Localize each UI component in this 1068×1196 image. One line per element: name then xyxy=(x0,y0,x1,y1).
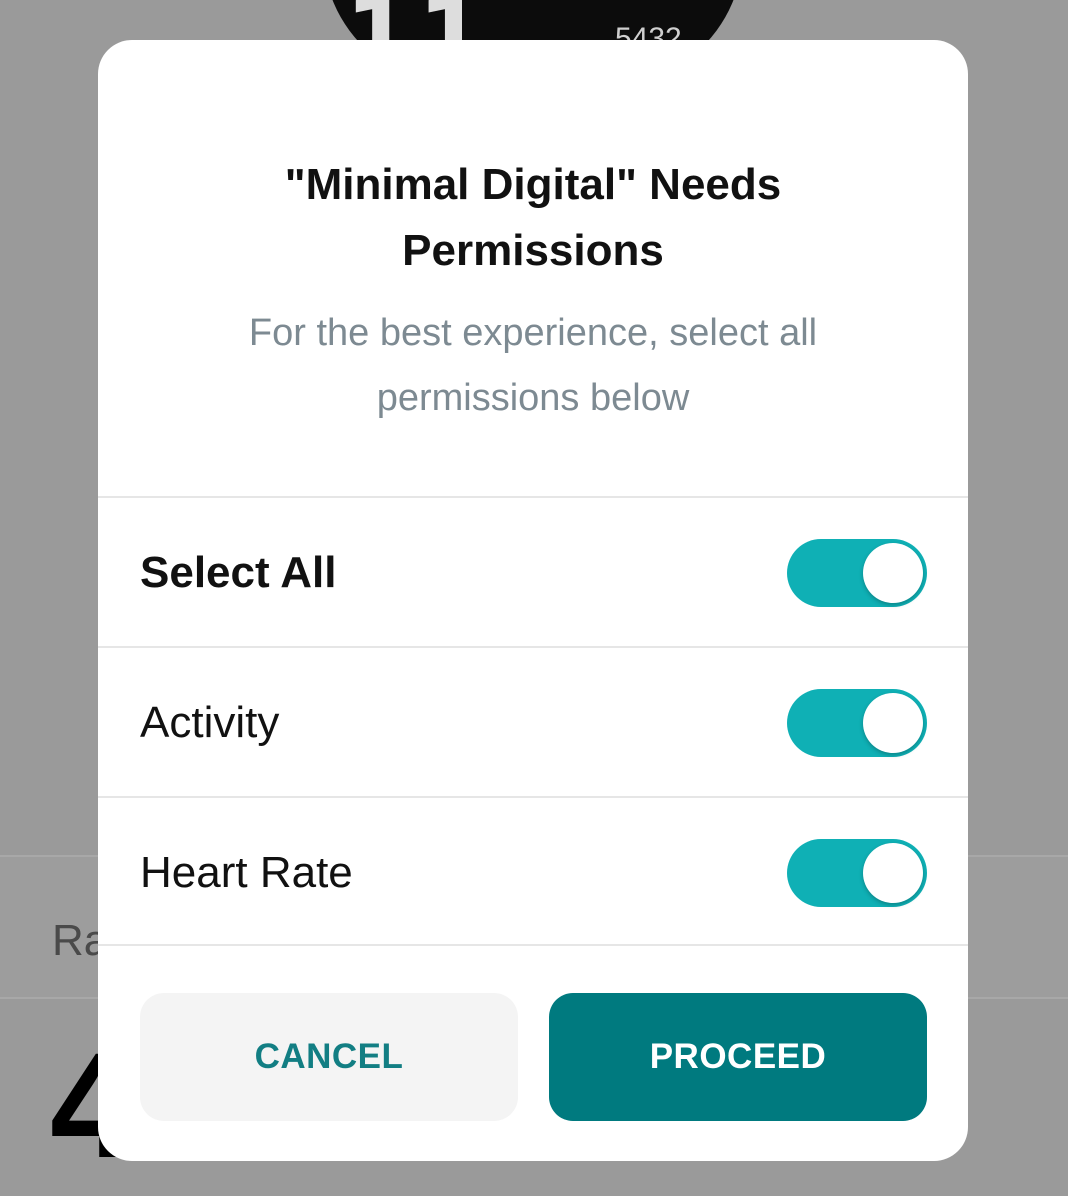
toggle-knob xyxy=(863,693,923,753)
toggle-knob xyxy=(863,843,923,903)
permission-row-select-all: Select All xyxy=(98,496,968,646)
permission-label: Heart Rate xyxy=(140,848,353,897)
dialog-subtitle: For the best experience, select all perm… xyxy=(248,312,818,419)
permission-label: Activity xyxy=(140,698,280,747)
select-all-toggle[interactable] xyxy=(787,539,927,607)
activity-toggle[interactable] xyxy=(787,689,927,757)
permission-row-heart-rate: Heart Rate xyxy=(98,796,968,946)
permission-list: Select All Activity Heart Rate xyxy=(98,496,968,946)
cancel-button[interactable]: CANCEL xyxy=(140,993,518,1121)
proceed-button[interactable]: PROCEED xyxy=(549,993,927,1121)
permission-row-activity: Activity xyxy=(98,646,968,796)
toggle-knob xyxy=(863,543,923,603)
dialog-title: "Minimal Digital" Needs Permissions xyxy=(284,160,782,275)
heart-rate-toggle[interactable] xyxy=(787,839,927,907)
permission-label: Select All xyxy=(140,548,337,597)
permissions-dialog: "Minimal Digital" Needs Permissions For … xyxy=(98,40,968,1161)
